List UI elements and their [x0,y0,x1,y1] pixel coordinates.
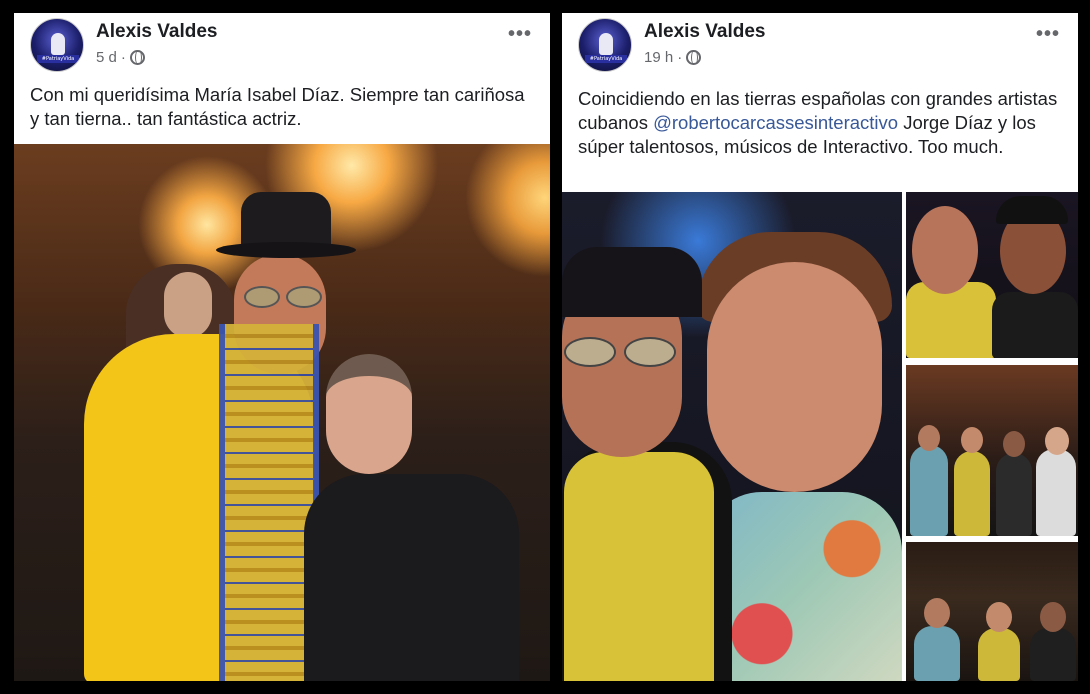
thumb-face [912,206,978,294]
thumb-face [1045,427,1069,455]
post-meta: 19 h · [644,49,702,66]
post-header: #PatriayVida Alexis Valdes 5 d · ••• [14,13,550,77]
post-left: #PatriayVida Alexis Valdes 5 d · ••• Con… [14,13,550,681]
patterned-shirt [702,492,902,681]
background-face [164,272,212,338]
post-text: Con mi queridísima María Isabel Díaz. Si… [30,84,525,129]
meta-separator: · [677,49,683,66]
thumb-figure [1030,628,1076,681]
post-photo-main[interactable] [562,192,902,681]
thumb-figure [914,626,960,681]
thumb-face [924,598,950,628]
thumb-figure [910,445,948,536]
sunglasses [562,337,682,367]
smiling-face [707,262,882,492]
post-photo-thumb-3[interactable] [906,542,1078,681]
post-photo-thumb-1[interactable] [906,192,1078,358]
thumb-figure [906,282,996,358]
yellow-scarf [564,452,714,681]
thumb-face [918,425,940,451]
more-options-icon[interactable]: ••• [508,23,532,46]
avatar-tag: #PatriayVida [37,55,79,63]
black-hat [562,247,702,317]
thumb-figure [978,628,1020,681]
post-right: #PatriayVida Alexis Valdes 19 h · ••• Co… [562,13,1078,681]
globe-icon [129,50,145,65]
thumb-face [961,427,983,453]
thumb-figure [1036,449,1076,536]
thumb-figure [996,453,1032,536]
more-options-icon[interactable]: ••• [1036,23,1060,46]
post-text: Coincidiendo en las tierras españolas co… [578,87,1064,159]
post-photo-thumb-2[interactable] [906,365,1078,536]
post-time[interactable]: 5 d [96,49,117,66]
post-meta: 5 d · [96,49,145,66]
sunglasses [240,286,326,308]
author-avatar[interactable]: #PatriayVida [578,18,632,72]
avatar-figure [599,33,613,55]
avatar-figure [51,33,65,55]
author-avatar[interactable]: #PatriayVida [30,18,84,72]
mention-link[interactable]: @robertocarcassesinteractivo [653,112,898,133]
post-time[interactable]: 19 h [644,49,673,66]
black-hat [216,192,356,262]
author-name[interactable]: Alexis Valdes [96,21,217,43]
post-header: #PatriayVida Alexis Valdes 19 h · ••• [562,13,1078,77]
thumb-face [1040,602,1066,632]
avatar-tag: #PatriayVida [585,55,627,63]
thumb-cap [996,196,1068,224]
thumb-face [1003,431,1025,457]
woman-in-black [304,474,519,681]
meta-separator: · [120,49,126,66]
thumb-figure [954,451,990,536]
woman-face [326,354,412,474]
thumb-figure [992,292,1078,358]
thumb-face [986,602,1012,632]
globe-icon [686,50,702,65]
author-name[interactable]: Alexis Valdes [644,21,765,43]
post-photo[interactable] [14,144,550,681]
